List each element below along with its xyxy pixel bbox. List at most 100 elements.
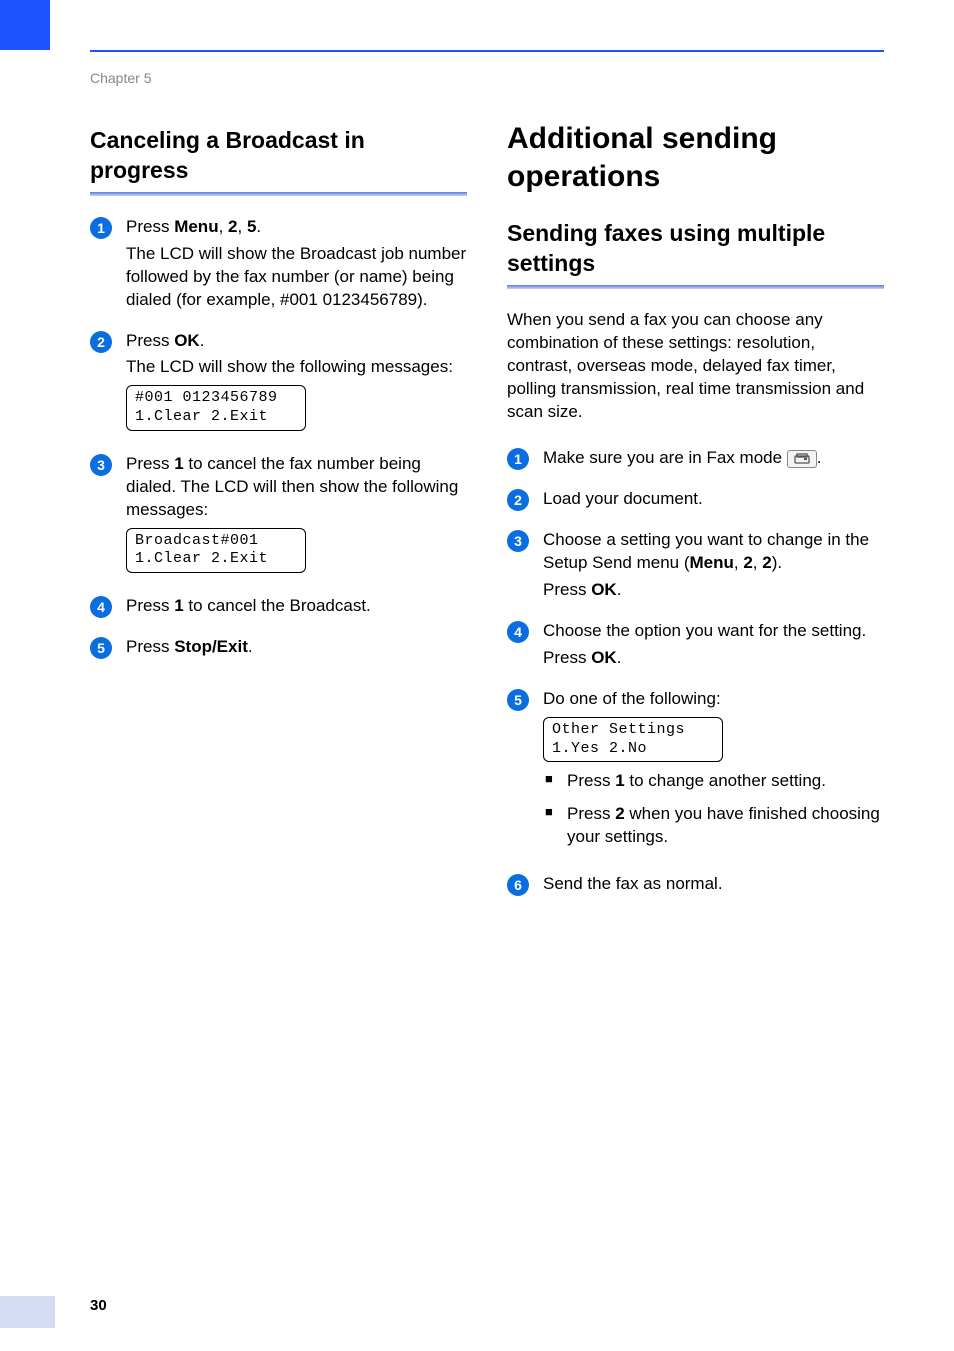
lcd-line-1: Other Settings bbox=[552, 721, 714, 740]
key-2: 2 bbox=[743, 553, 752, 572]
key-2: 2 bbox=[762, 553, 771, 572]
left-section-title: Canceling a Broadcast in progress bbox=[90, 126, 467, 186]
text: Make sure you are in Fax mode bbox=[543, 448, 787, 467]
text: . bbox=[617, 580, 622, 599]
chapter-label: Chapter 5 bbox=[90, 70, 884, 86]
right-sub-title: Sending faxes using multiple settings bbox=[507, 219, 884, 279]
ok-key: OK bbox=[591, 648, 617, 667]
text: to change another setting. bbox=[625, 771, 826, 790]
key-1: 1 bbox=[615, 771, 624, 790]
text: Press bbox=[567, 804, 615, 823]
lcd-line-2: 1.Yes 2.No bbox=[552, 740, 714, 759]
page-content: Chapter 5 Canceling a Broadcast in progr… bbox=[0, 0, 954, 964]
text: Send the fax as normal. bbox=[543, 873, 884, 896]
right-step-5: 5 Do one of the following: Other Setting… bbox=[507, 688, 884, 859]
step-badge: 5 bbox=[90, 637, 112, 659]
text: . bbox=[617, 648, 622, 667]
lcd-line-1: #001 0123456789 bbox=[135, 389, 297, 408]
two-column-layout: Canceling a Broadcast in progress 1 Pres… bbox=[90, 126, 884, 914]
section-rule bbox=[90, 192, 467, 196]
text: , bbox=[734, 553, 743, 572]
text: Press bbox=[126, 217, 174, 236]
step-badge: 4 bbox=[90, 596, 112, 618]
text: Press bbox=[543, 648, 591, 667]
text: , bbox=[238, 217, 247, 236]
right-step-1: 1 Make sure you are in Fax mode . bbox=[507, 447, 884, 474]
left-step-3: 3 Press 1 to cancel the fax number being… bbox=[90, 453, 467, 581]
text: . bbox=[256, 217, 261, 236]
text: Choose the option you want for the setti… bbox=[543, 620, 884, 643]
text: Press bbox=[126, 596, 174, 615]
step-body: Press 1 to cancel the Broadcast. bbox=[126, 595, 467, 622]
key-1: 1 bbox=[174, 596, 183, 615]
step-body: Press OK. The LCD will show the followin… bbox=[126, 330, 467, 439]
stop-exit-key: Stop/Exit bbox=[174, 637, 248, 656]
left-step-5: 5 Press Stop/Exit. bbox=[90, 636, 467, 663]
ok-key: OK bbox=[174, 331, 200, 350]
lcd-display: Broadcast#001 1.Clear 2.Exit bbox=[126, 528, 306, 574]
text: to cancel the Broadcast. bbox=[184, 596, 371, 615]
top-rule bbox=[90, 50, 884, 52]
step-badge: 4 bbox=[507, 621, 529, 643]
intro-paragraph: When you send a fax you can choose any c… bbox=[507, 309, 884, 424]
text: . bbox=[817, 448, 822, 467]
list-item: Press 2 when you have finished choosing … bbox=[543, 803, 884, 849]
left-step-4: 4 Press 1 to cancel the Broadcast. bbox=[90, 595, 467, 622]
left-step-1: 1 Press Menu, 2, 5. The LCD will show th… bbox=[90, 216, 467, 316]
step-badge: 5 bbox=[507, 689, 529, 711]
step-body: Choose a setting you want to change in t… bbox=[543, 529, 884, 606]
lcd-line-1: Broadcast#001 bbox=[135, 532, 297, 551]
text: The LCD will show the Broadcast job numb… bbox=[126, 243, 467, 312]
lcd-line-2: 1.Clear 2.Exit bbox=[135, 550, 297, 569]
menu-key: Menu bbox=[689, 553, 733, 572]
right-step-2: 2 Load your document. bbox=[507, 488, 884, 515]
ok-key: OK bbox=[591, 580, 617, 599]
text: Press bbox=[126, 331, 174, 350]
bullet-list: Press 1 to change another setting. Press… bbox=[543, 770, 884, 849]
step-badge: 2 bbox=[507, 489, 529, 511]
lcd-display: #001 0123456789 1.Clear 2.Exit bbox=[126, 385, 306, 431]
right-step-6: 6 Send the fax as normal. bbox=[507, 873, 884, 900]
section-rule bbox=[507, 285, 884, 289]
text: Press bbox=[543, 580, 591, 599]
text: . bbox=[200, 331, 205, 350]
step-body: Press Menu, 2, 5. The LCD will show the … bbox=[126, 216, 467, 316]
page-tab-accent bbox=[0, 1296, 55, 1328]
key-5: 5 bbox=[247, 217, 256, 236]
step-badge: 3 bbox=[90, 454, 112, 476]
step-badge: 1 bbox=[90, 217, 112, 239]
key-2: 2 bbox=[615, 804, 624, 823]
page-number: 30 bbox=[90, 1297, 107, 1314]
text: , bbox=[753, 553, 762, 572]
fax-mode-icon bbox=[787, 450, 817, 468]
key-2: 2 bbox=[228, 217, 237, 236]
left-column: Canceling a Broadcast in progress 1 Pres… bbox=[90, 126, 467, 914]
text: The LCD will show the following messages… bbox=[126, 356, 467, 379]
key-1: 1 bbox=[174, 454, 183, 473]
step-body: Choose the option you want for the setti… bbox=[543, 620, 884, 674]
step-body: Press Stop/Exit. bbox=[126, 636, 467, 663]
step-body: Make sure you are in Fax mode . bbox=[543, 447, 884, 474]
text: Press bbox=[126, 454, 174, 473]
text: . bbox=[248, 637, 253, 656]
right-main-title: Additional sending operations bbox=[507, 120, 884, 195]
text: , bbox=[219, 217, 228, 236]
list-item: Press 1 to change another setting. bbox=[543, 770, 884, 793]
lcd-display: Other Settings 1.Yes 2.No bbox=[543, 717, 723, 763]
text: ). bbox=[772, 553, 782, 572]
step-body: Send the fax as normal. bbox=[543, 873, 884, 900]
text: Press bbox=[567, 771, 615, 790]
step-badge: 6 bbox=[507, 874, 529, 896]
right-column: Additional sending operations Sending fa… bbox=[507, 120, 884, 914]
right-step-3: 3 Choose a setting you want to change in… bbox=[507, 529, 884, 606]
step-body: Load your document. bbox=[543, 488, 884, 515]
left-step-2: 2 Press OK. The LCD will show the follow… bbox=[90, 330, 467, 439]
step-badge: 1 bbox=[507, 448, 529, 470]
step-badge: 2 bbox=[90, 331, 112, 353]
step-badge: 3 bbox=[507, 530, 529, 552]
menu-key: Menu bbox=[174, 217, 218, 236]
text: Do one of the following: bbox=[543, 688, 884, 711]
step-body: Do one of the following: Other Settings … bbox=[543, 688, 884, 859]
text: Press bbox=[126, 637, 174, 656]
right-step-4: 4 Choose the option you want for the set… bbox=[507, 620, 884, 674]
